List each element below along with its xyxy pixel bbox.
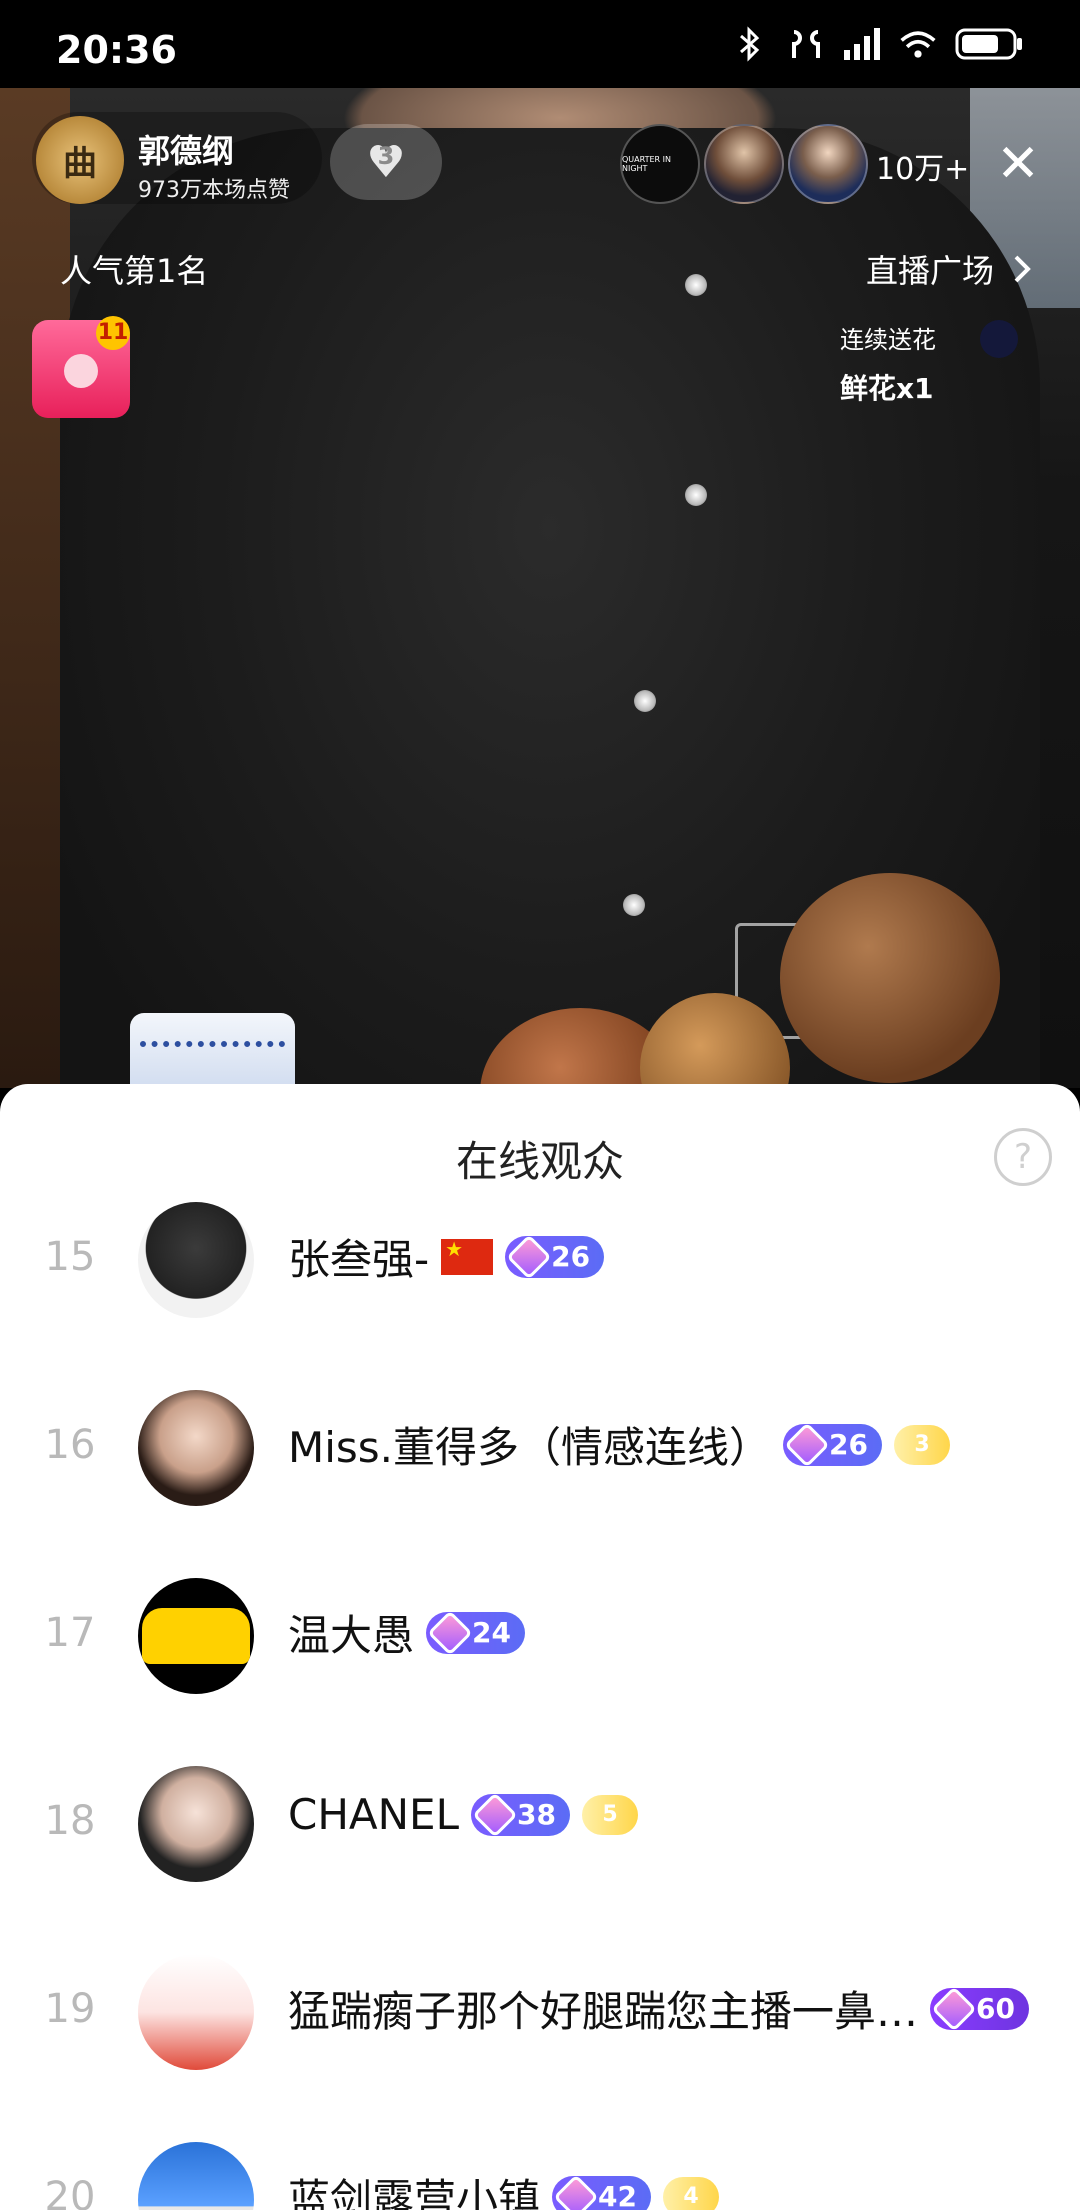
audience-row[interactable]: 15 张叁强- 26: [0, 1174, 1080, 1362]
audience-name: 蓝剑露营小镇: [288, 2175, 541, 2210]
viewer-avatar-text: QUARTER IN NIGHT: [622, 155, 671, 173]
viewer-avatar[interactable]: [704, 124, 784, 204]
anchor-name[interactable]: 郭德纲: [138, 126, 234, 172]
fan-club-badge[interactable]: ♥ 3: [330, 124, 442, 200]
status-icons: [730, 26, 1024, 62]
viewer-avatar[interactable]: [788, 124, 868, 204]
audience-rank: 16: [44, 1422, 96, 1468]
level-gem-icon: [472, 1791, 518, 1838]
user-level-badge: 60: [930, 1985, 1029, 2032]
audience-row[interactable]: 19 猛踹瘸子那个好腿踹您主播一鼻… 60: [0, 1926, 1080, 2114]
live-plaza-label: 直播广场: [865, 252, 994, 290]
user-level: 42: [598, 2180, 637, 2210]
gift-toast-gift: 鲜花x1: [840, 372, 934, 405]
user-level-badge: 24: [426, 1609, 525, 1656]
user-level-badge: 26: [505, 1233, 605, 1280]
user-level-badge: 38: [471, 1791, 570, 1838]
fruit: [780, 873, 1000, 1083]
audience-name-line: Miss.董得多（情感连线） 26 3: [288, 1414, 950, 1475]
chevron-right-icon: [1014, 255, 1031, 283]
audience-row[interactable]: 18 CHANEL 38 5: [0, 1738, 1080, 1926]
user-level: 26: [551, 1240, 591, 1273]
audience-rank: 17: [44, 1610, 96, 1656]
signal-icon: [842, 26, 882, 62]
audience-avatar[interactable]: [138, 1766, 254, 1882]
audience-avatar[interactable]: [138, 1202, 254, 1318]
popularity-rank[interactable]: 人气第1名: [60, 246, 208, 292]
audience-avatar[interactable]: [138, 1954, 254, 2070]
fan-level-badge: 5: [581, 1794, 638, 1835]
audience-rank: 15: [44, 1234, 96, 1280]
gift-toast: 连续送花 鲜花x1: [840, 320, 1030, 408]
audience-name-line: 温大愚 24: [288, 1602, 525, 1663]
garment-button: [685, 274, 707, 296]
garment-button: [685, 484, 707, 506]
audience-row[interactable]: 17 温大愚 24: [0, 1550, 1080, 1738]
bluetooth-icon: [730, 26, 770, 62]
user-level: 26: [829, 1428, 868, 1461]
china-flag-icon: [441, 1237, 494, 1275]
audience-name-line: 张叁强- 26: [288, 1226, 605, 1287]
anchor-likes: 973万本场点赞: [138, 178, 290, 203]
audience-row[interactable]: 20 蓝剑露营小镇 42 4: [0, 2114, 1080, 2210]
user-level: 60: [976, 1992, 1015, 2025]
red-packet-count: 11: [96, 316, 130, 350]
level-gem-icon: [553, 2173, 599, 2210]
audience-avatar[interactable]: [138, 1578, 254, 1694]
fan-level-badge: 3: [894, 1424, 950, 1465]
level-gem-icon: [931, 1985, 977, 2032]
close-icon[interactable]: ✕: [990, 136, 1046, 192]
status-time: 20:36: [56, 28, 177, 72]
user-level-badge: 26: [783, 1421, 882, 1468]
viewer-avatar[interactable]: QUARTER IN NIGHT: [620, 124, 700, 204]
user-level: 24: [472, 1616, 511, 1649]
audience-name-line: 猛踹瘸子那个好腿踹您主播一鼻… 60: [288, 1978, 1048, 2039]
status-bar: 20:36: [0, 0, 1080, 88]
audience-rank: 20: [44, 2174, 96, 2210]
user-level: 38: [517, 1798, 556, 1831]
red-packet-seal-icon: [64, 354, 98, 388]
audience-name: 张叁强-: [288, 1235, 430, 1284]
garment-button: [623, 894, 645, 916]
live-video[interactable]: [0, 88, 1080, 1178]
anchor-avatar-seal: 曲: [63, 143, 97, 184]
audience-name: Miss.董得多（情感连线）: [288, 1423, 772, 1472]
audience-name-line: 蓝剑露营小镇 42 4: [288, 2166, 719, 2210]
level-gem-icon: [427, 1609, 473, 1656]
audience-avatar[interactable]: [138, 2142, 254, 2210]
wifi-icon: [898, 26, 938, 62]
audience-name: 猛踹瘸子那个好腿踹您主播一鼻…: [288, 1987, 919, 2036]
viewer-count[interactable]: 10万+: [876, 144, 969, 188]
audience-name: 温大愚: [288, 1611, 415, 1660]
gift-icon: [980, 320, 1018, 358]
earbuds-icon: [786, 26, 826, 62]
anchor-avatar[interactable]: 曲: [36, 116, 124, 204]
online-audience-sheet[interactable]: 在线观众 ? 15 张叁强- 26 16 Miss.董得多（情感连线） 26 3…: [0, 1084, 1080, 2210]
audience-rank: 19: [44, 1986, 96, 2032]
fan-level: 3: [377, 142, 395, 170]
audience-name-line: CHANEL 38 5: [288, 1790, 638, 1839]
audience-avatar[interactable]: [138, 1390, 254, 1506]
live-plaza-link[interactable]: 直播广场: [866, 246, 1032, 292]
audience-row[interactable]: 16 Miss.董得多（情感连线） 26 3: [0, 1362, 1080, 1550]
garment-button: [634, 690, 656, 712]
fan-level-badge: 4: [662, 2176, 719, 2210]
audience-rank: 18: [44, 1798, 96, 1844]
battery-icon: [954, 26, 1024, 62]
level-gem-icon: [506, 1233, 552, 1280]
level-gem-icon: [784, 1421, 830, 1468]
yellow-hat-icon: [142, 1608, 250, 1664]
user-level-badge: 42: [552, 2173, 651, 2210]
audience-name: CHANEL: [288, 1790, 459, 1839]
